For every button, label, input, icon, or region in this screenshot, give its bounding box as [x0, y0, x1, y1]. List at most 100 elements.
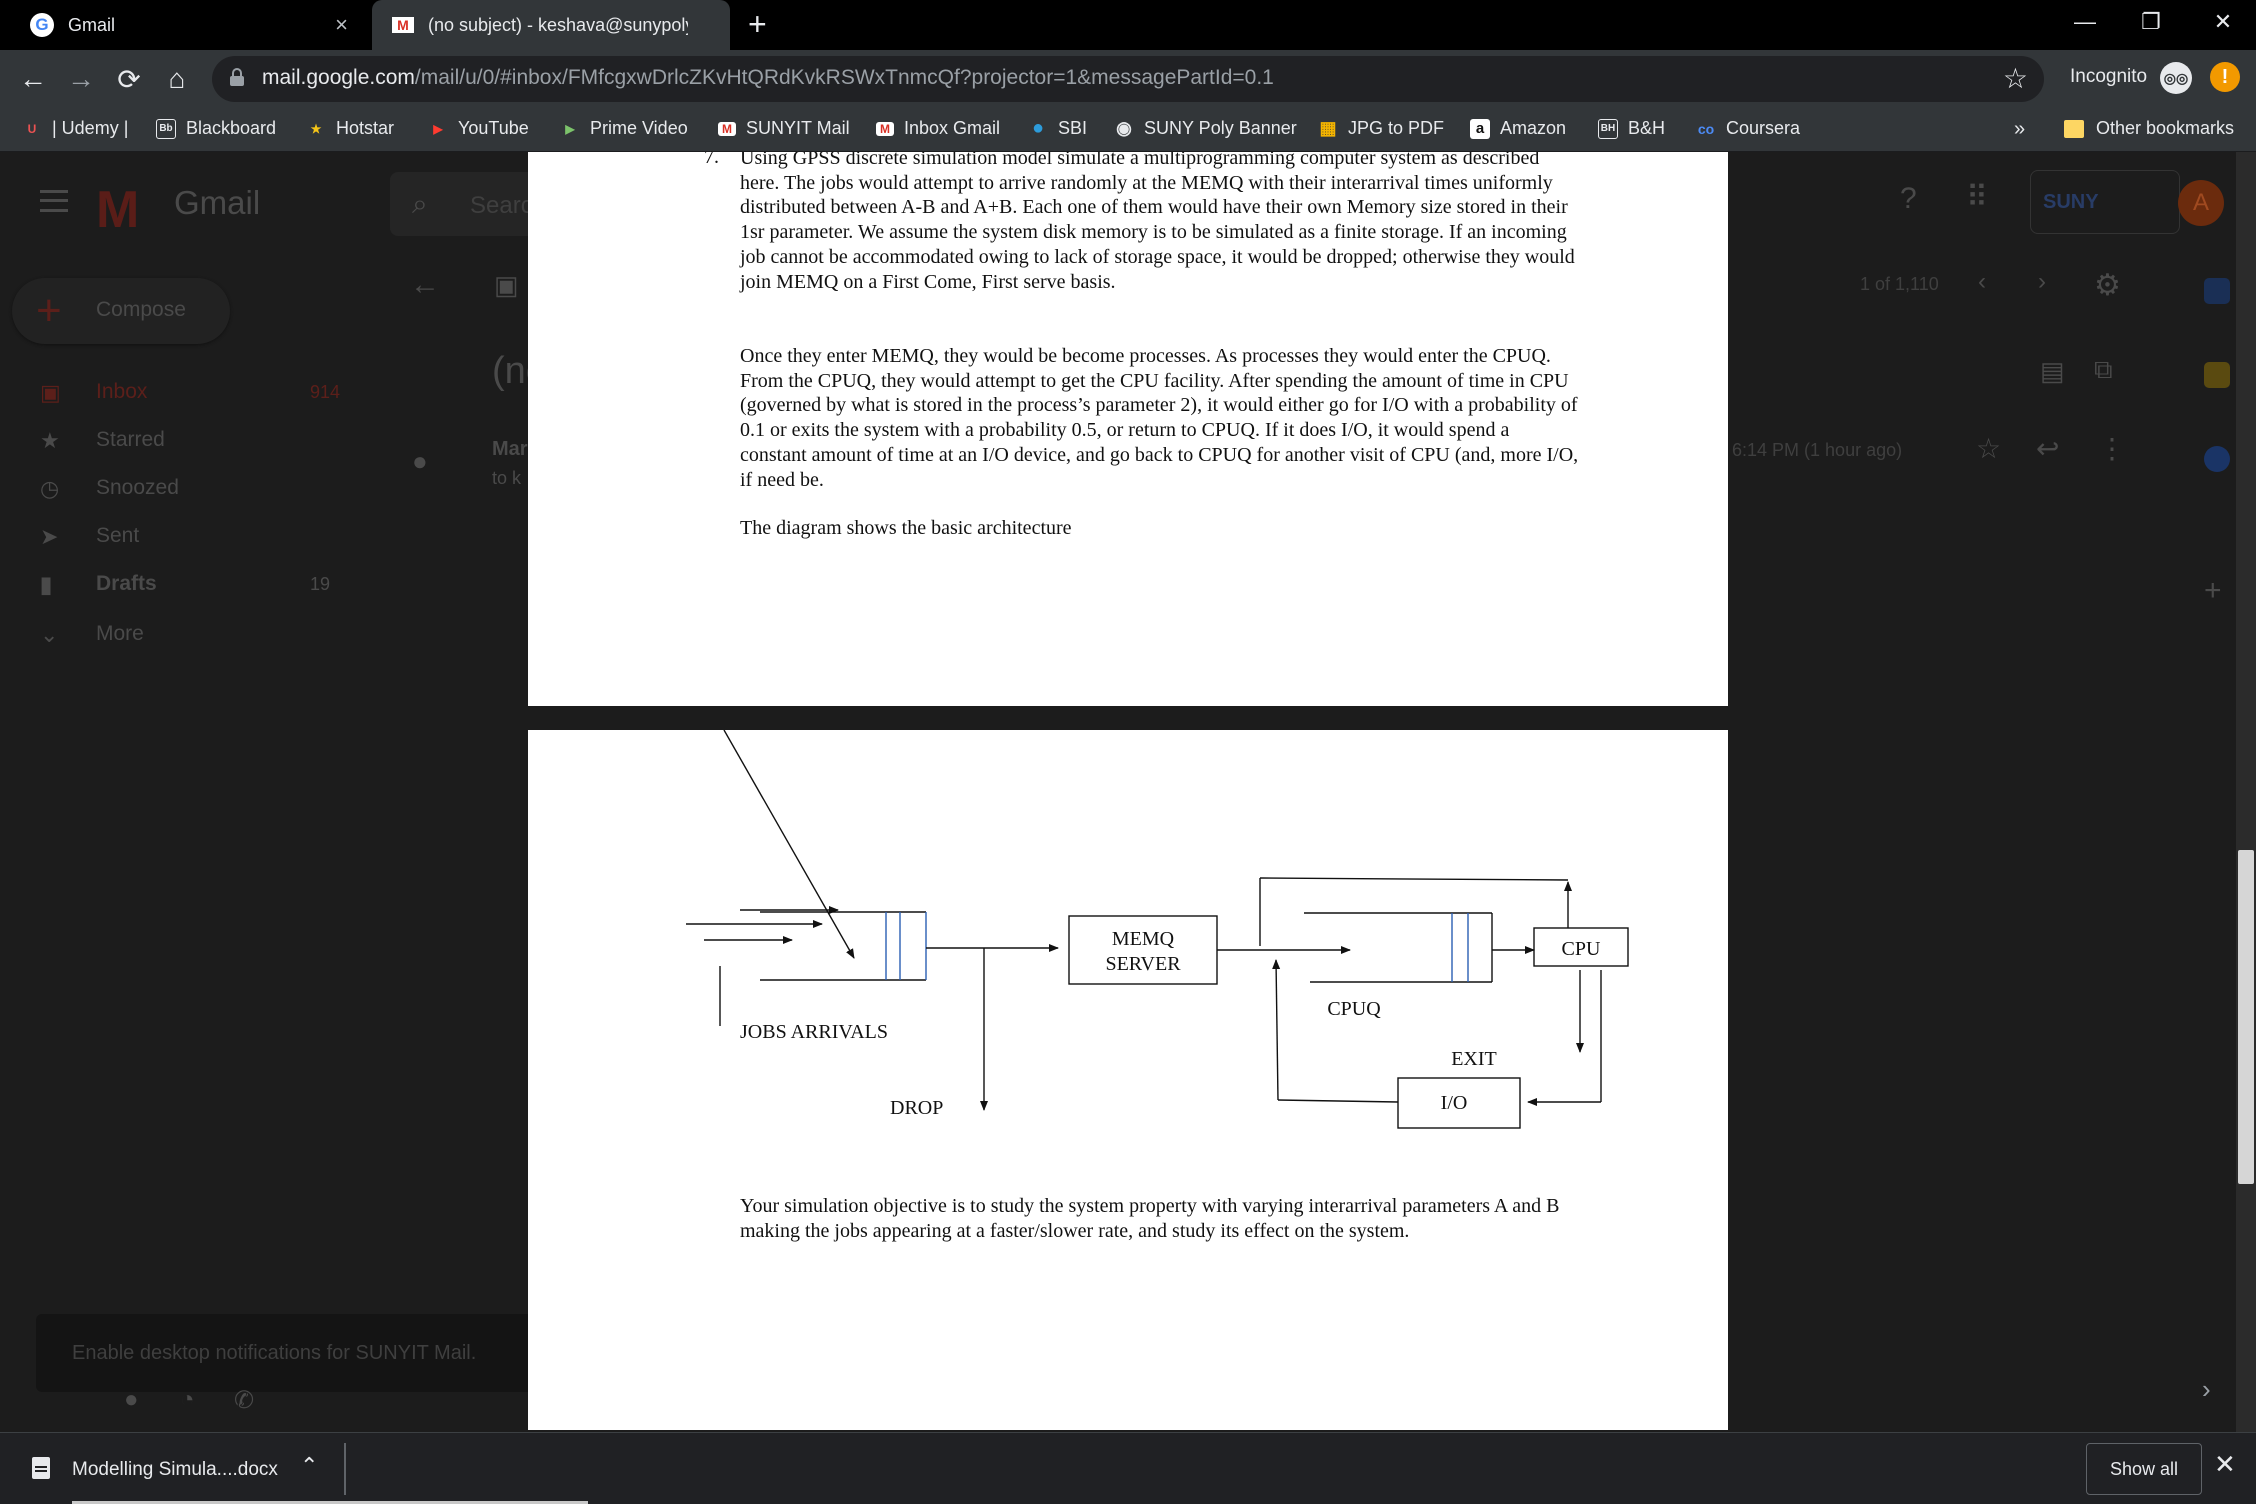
next-chevron-icon[interactable]: › [2038, 268, 2046, 296]
tasks-side-icon[interactable] [2204, 446, 2230, 472]
paragraph-diagram-intro: The diagram shows the basic architecture [740, 517, 1072, 539]
new-tab-button[interactable]: + [748, 6, 767, 43]
apps-grid-icon[interactable]: ⠿ [1966, 180, 1988, 215]
bookmark-jpg-to-pdf[interactable]: ▦ JPG to PDF [1318, 118, 1444, 139]
drop-label: DROP [890, 1097, 943, 1119]
browser-window: G Gmail × M (no subject) - keshava@sunyp… [0, 0, 2256, 1504]
sbi-icon: ● [1031, 117, 1045, 139]
search-box[interactable]: ⌕ Searc [390, 172, 533, 236]
sender-partial: Mar [492, 438, 528, 460]
tab-message[interactable]: M (no subject) - keshava@sunypoly [372, 0, 730, 50]
print-icon[interactable]: ▤ [2040, 356, 2065, 387]
nav-starred[interactable]: ★ Starred [40, 426, 360, 456]
desktop-notification-banner[interactable]: Enable desktop notifications for SUNYIT … [36, 1314, 596, 1392]
nav-label: Snoozed [96, 476, 179, 499]
forward-button[interactable]: → [60, 58, 102, 100]
architecture-diagram: MEMQ SERVER CPU CPUQ EXIT I/O JOBS ARRIV… [686, 730, 1629, 1129]
tab-strip: G Gmail × M (no subject) - keshava@sunyp… [0, 0, 2256, 50]
bookmark-udemy[interactable]: U | Udemy | [22, 118, 129, 139]
bookmark-suny-poly-banner[interactable]: ◉ SUNY Poly Banner [1114, 118, 1297, 139]
main-menu-icon[interactable] [40, 190, 68, 212]
prev-chevron-icon[interactable]: ‹ [1978, 268, 1986, 296]
restore-button[interactable]: ❐ [2118, 0, 2184, 44]
incognito-icon[interactable]: ◎◎ [2160, 62, 2192, 94]
chevron-up-icon[interactable]: ⌃ [300, 1453, 318, 1479]
help-icon[interactable]: ? [1900, 182, 1917, 216]
keep-side-icon[interactable] [2204, 362, 2230, 388]
nav-more[interactable]: ⌄ More [40, 620, 360, 650]
cpuq-label: CPUQ [1327, 998, 1381, 1020]
message-time: 6:14 PM (1 hour ago) [1732, 440, 1903, 460]
viewer-scrollbar-track[interactable] [2236, 152, 2256, 1432]
download-item[interactable]: Modelling Simula....docx ⌃ [0, 1433, 344, 1504]
hangouts-person-icon[interactable]: ● [124, 1386, 139, 1414]
reload-button[interactable]: ⟳ [108, 58, 150, 100]
tab-close-icon[interactable]: × [335, 12, 348, 38]
pagination-text: 1 of 1,110 [1860, 274, 1939, 294]
document-file-icon [32, 1457, 50, 1479]
hangouts-chat-icon[interactable]: ◔ [180, 1386, 195, 1414]
suny-account-badge[interactable]: SUNY [2030, 170, 2180, 234]
browser-alert-icon[interactable]: ! [2210, 62, 2240, 92]
window-close-button[interactable]: ✕ [2190, 0, 2256, 44]
message-star-icon[interactable]: ☆ [1976, 432, 2001, 465]
io-return-arrow [1272, 959, 1281, 1101]
account-avatar[interactable]: A [2178, 180, 2224, 226]
document-page-1: 7. Using GPSS discrete simulation model … [528, 152, 1728, 706]
more-vert-icon[interactable]: ⋮ [2098, 432, 2126, 465]
bookmark-star-icon[interactable]: ☆ [2003, 62, 2028, 95]
address-bar[interactable]: mail.google.com/mail/u/0/#inbox/FMfcgxwD… [212, 56, 2044, 102]
show-all-downloads-button[interactable]: Show all [2086, 1443, 2202, 1495]
nav-inbox[interactable]: ▣ Inbox 914 [40, 378, 360, 408]
hotstar-icon: ★ [310, 121, 322, 136]
send-icon: ➤ [40, 524, 59, 549]
gmail-logo-icon[interactable]: M [96, 180, 139, 240]
bookmark-amazon[interactable]: a Amazon [1470, 118, 1566, 139]
download-bar-close-icon[interactable]: ✕ [2214, 1449, 2236, 1480]
paragraph-simulation-objective: Your simulation objective is to study th… [740, 1195, 1560, 1242]
bookmark-sunyit-mail[interactable]: M SUNYIT Mail [718, 118, 850, 139]
search-icon: ⌕ [412, 188, 428, 219]
gmail-logo-text: Gmail [174, 184, 261, 221]
back-to-inbox-icon[interactable]: ← [410, 268, 440, 302]
reply-icon[interactable]: ↩ [2036, 432, 2059, 465]
compose-plus-icon: + [36, 286, 62, 335]
folder-icon [2064, 119, 2084, 138]
browser-toolbar: ← → ⟳ ⌂ mail.google.com/mail/u/0/#inbox/… [0, 50, 2256, 108]
recipient-partial: to k [492, 468, 522, 488]
nav-drafts[interactable]: ▮ Drafts 19 [40, 570, 360, 600]
minimize-button[interactable]: — [2052, 0, 2118, 44]
back-button[interactable]: ← [12, 58, 54, 100]
memq-label-line2: SERVER [1105, 953, 1181, 975]
home-button[interactable]: ⌂ [156, 58, 198, 100]
viewer-scrollbar-thumb[interactable] [2238, 850, 2254, 1184]
tab-gmail[interactable]: G Gmail × [0, 0, 370, 50]
download-file-name: Modelling Simula....docx [72, 1459, 278, 1480]
amazon-icon: a [1470, 118, 1490, 139]
nav-snoozed[interactable]: ◷ Snoozed [40, 474, 360, 504]
bookmarks-overflow-button[interactable]: » [2014, 118, 2025, 141]
jpg-to-pdf-icon: ▦ [1319, 118, 1337, 138]
bookmark-prime-video[interactable]: ▶ Prime Video [560, 118, 687, 139]
bookmark-sbi[interactable]: ● SBI [1028, 117, 1087, 139]
calendar-side-icon[interactable] [2204, 278, 2230, 304]
next-attachment-icon[interactable]: › [2202, 1374, 2211, 1405]
tab-title: Gmail [68, 14, 116, 35]
url-text: mail.google.com/mail/u/0/#inbox/FMfcgxwD… [262, 66, 1274, 89]
other-bookmarks[interactable]: Other bookmarks [2064, 118, 2234, 139]
bookmark-inbox-gmail[interactable]: M Inbox Gmail [876, 118, 1000, 139]
bookmark-blackboard[interactable]: Bb Blackboard [156, 118, 276, 139]
settings-gear-icon[interactable]: ⚙ [2094, 268, 2121, 303]
nav-sent[interactable]: ➤ Sent [40, 522, 360, 552]
nav-label: Inbox [96, 380, 148, 403]
bookmark-hotstar[interactable]: ★ Hotstar [306, 118, 394, 139]
bookmark-bh[interactable]: BH B&H [1598, 118, 1665, 139]
add-addon-icon[interactable]: + [2204, 574, 2222, 608]
archive-icon[interactable]: ▣ [494, 270, 519, 301]
bookmark-coursera[interactable]: co Coursera [1696, 118, 1800, 139]
open-new-window-icon[interactable]: ⧉ [2094, 354, 2113, 386]
compose-button[interactable]: + Compose [12, 278, 230, 344]
phone-icon[interactable]: ✆ [234, 1386, 254, 1415]
chevron-down-icon: ⌄ [40, 622, 59, 647]
bookmark-youtube[interactable]: ▶ YouTube [428, 118, 528, 139]
